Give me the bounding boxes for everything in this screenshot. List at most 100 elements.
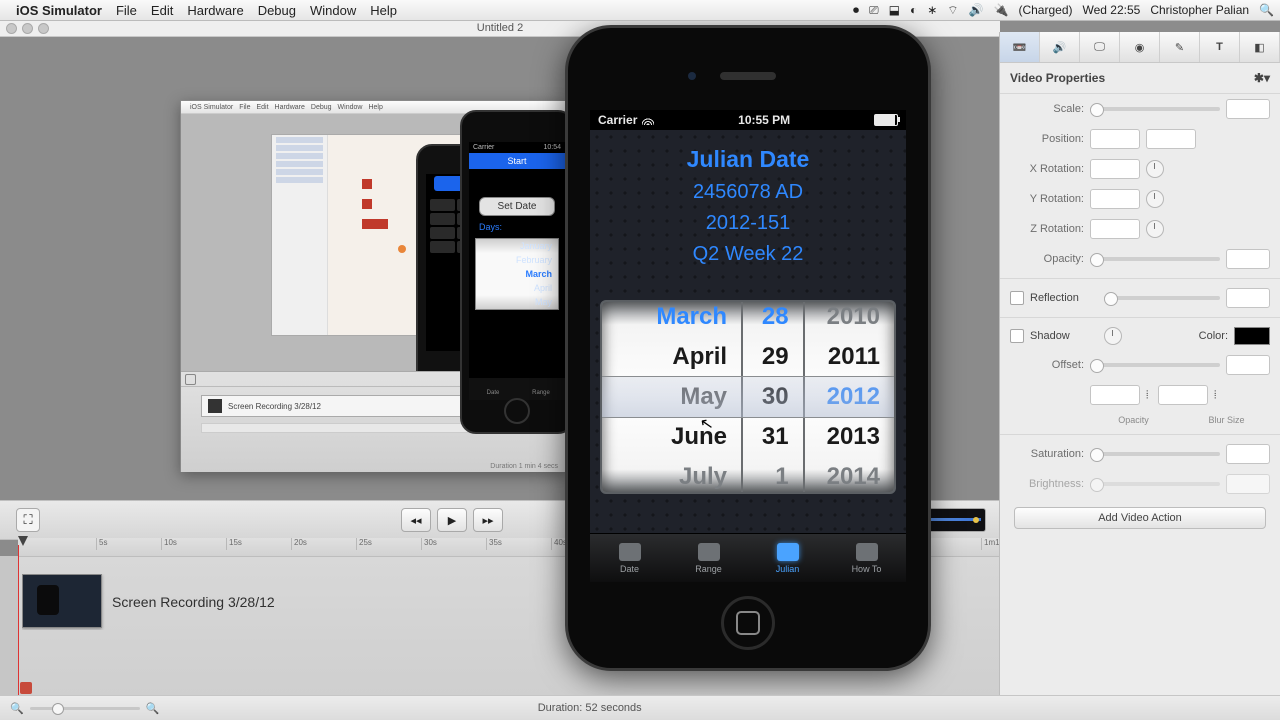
zoom-in-icon[interactable]: 🔍 [146,702,160,715]
playhead-icon[interactable] [18,536,28,546]
offset-value[interactable] [1226,355,1270,375]
play-button[interactable]: ▶ [437,508,467,532]
inspector-tab-video[interactable]: 📼 [1000,32,1040,62]
days-label: Days: [479,222,555,232]
opacity-value[interactable] [1226,249,1270,269]
yrot-field[interactable] [1090,189,1140,209]
calculator-icon [619,543,641,561]
shadow-checkbox[interactable] [1010,329,1024,343]
menu-window[interactable]: Window [310,3,356,18]
tab-howto[interactable]: How To [827,534,906,582]
sub-blur-label: Blur Size [1183,415,1270,425]
rewind-button[interactable]: ◂◂ [401,508,431,532]
saturation-value[interactable] [1226,444,1270,464]
display-icon[interactable]: ⎚ [869,3,879,18]
xrot-dial[interactable] [1146,160,1164,178]
reflection-label: Reflection [1030,292,1098,304]
speaker-icon: 🔊 [1053,41,1067,54]
opacity-slider[interactable] [1090,257,1220,261]
scale-value[interactable] [1226,99,1270,119]
screencast-icon[interactable]: ⏺ [853,3,859,18]
brightness-value[interactable] [1226,474,1270,494]
home-button[interactable] [721,596,775,650]
picker-year-column[interactable]: 2010 2011 2012 2013 2014 [805,302,894,492]
playhead-line[interactable] [18,545,19,696]
menu-debug[interactable]: Debug [258,3,296,18]
sync-icon[interactable]: ◐ [910,3,917,17]
spotlight-icon[interactable]: 🔍 [1259,3,1274,17]
set-date-button[interactable]: Set Date [479,197,555,216]
bluetooth-icon[interactable]: ∗ [927,3,937,17]
phone-camera [688,72,696,80]
forward-button[interactable]: ▸▸ [473,508,503,532]
clip-label: Screen Recording 3/28/12 [112,594,275,610]
menu-help[interactable]: Help [370,3,397,18]
scale-slider[interactable] [1090,107,1220,111]
timeline-clip[interactable]: Screen Recording 3/28/12 [22,574,562,630]
saturation-slider[interactable] [1090,452,1220,456]
simulator-screen[interactable]: Carrier 10:55 PM Julian Date 2456078 AD … [590,110,906,582]
ios-status-bar: Carrier 10:55 PM [590,110,906,130]
mini-month-picker[interactable]: January February March April May [475,238,559,310]
ordinal-date: 2012-151 [590,212,906,235]
app-tab-bar: Date Range Julian How To [590,533,906,582]
date-picker[interactable]: March April May June July 28 29 30 31 1 [600,300,896,494]
picker-day-column[interactable]: 28 29 30 31 1 [743,302,805,492]
shadow-color-swatch[interactable] [1234,327,1270,345]
reflection-checkbox[interactable] [1010,291,1024,305]
tab-date[interactable]: Date [590,534,669,582]
tab-range[interactable]: Range [669,534,748,582]
offset-slider[interactable] [1090,363,1220,367]
crop-tool-button[interactable]: ⛶ [16,508,40,532]
gear-icon[interactable]: ✱▾ [1254,71,1270,85]
menu-hardware[interactable]: Hardware [187,3,243,18]
inspector-tab-text[interactable]: T [1200,32,1240,62]
battery-status: (Charged) [1018,3,1072,17]
zrot-dial[interactable] [1146,220,1164,238]
zoom-out-icon[interactable]: 🔍 [10,702,24,715]
picker-month-column[interactable]: March April May June July [602,302,743,492]
shadow-color-label: Color: [1199,330,1228,342]
julian-value: 2456078 AD [590,181,906,204]
shadow-blur-field[interactable] [1158,385,1208,405]
battery-icon[interactable]: 🔌 [994,3,1009,17]
inspector-tab-audio[interactable]: 🔊 [1040,32,1080,62]
menu-edit[interactable]: Edit [151,3,173,18]
inspector-tab-annotation[interactable]: ✎ [1160,32,1200,62]
shadow-opacity-field[interactable] [1090,385,1140,405]
xrot-label: X Rotation: [1010,163,1084,175]
menu-file[interactable]: File [116,3,137,18]
app-menu[interactable]: iOS Simulator [16,3,102,18]
clip-thumbnail [22,574,102,628]
dropbox-icon[interactable]: ⬓ [889,3,900,17]
wifi-icon[interactable]: ⌔ [947,3,958,18]
reflection-slider[interactable] [1104,296,1220,300]
quarter-week: Q2 Week 22 [590,243,906,266]
tab-julian[interactable]: Julian [748,534,827,582]
volume-icon[interactable]: 🔊 [969,3,984,17]
menubar-datetime[interactable]: Wed 22:55 [1083,3,1141,17]
zrot-field[interactable] [1090,219,1140,239]
position-x-field[interactable] [1090,129,1140,149]
inspector-panel: 📼 🔊 🖵 ◉ ✎ T ◧ Video Properties ✱▾ Scale:… [999,32,1280,696]
reflection-value[interactable] [1226,288,1270,308]
inspector-tab-screen[interactable]: 🖵 [1080,32,1120,62]
xrot-field[interactable] [1090,159,1140,179]
inspector-tab-callout[interactable]: ◉ [1120,32,1160,62]
app-title: Julian Date [590,146,906,173]
timeline-marker[interactable] [20,682,32,694]
text-icon: T [1216,41,1223,53]
zoom-slider[interactable] [30,707,140,710]
position-y-field[interactable] [1146,129,1196,149]
shadow-angle-dial[interactable] [1104,327,1122,345]
menubar-user[interactable]: Christopher Palian [1150,3,1249,17]
inspector-tab-media[interactable]: ◧ [1240,32,1280,62]
yrot-dial[interactable] [1146,190,1164,208]
info-card-icon [856,543,878,561]
add-video-action-button[interactable]: Add Video Action [1014,507,1266,529]
window-traffic-lights[interactable] [6,23,49,34]
scale-label: Scale: [1010,103,1084,115]
brightness-slider[interactable] [1090,482,1220,486]
duration-label: Duration: 52 seconds [159,702,1020,714]
footer-bar: 🔍 🔍 Duration: 52 seconds [0,695,1280,720]
